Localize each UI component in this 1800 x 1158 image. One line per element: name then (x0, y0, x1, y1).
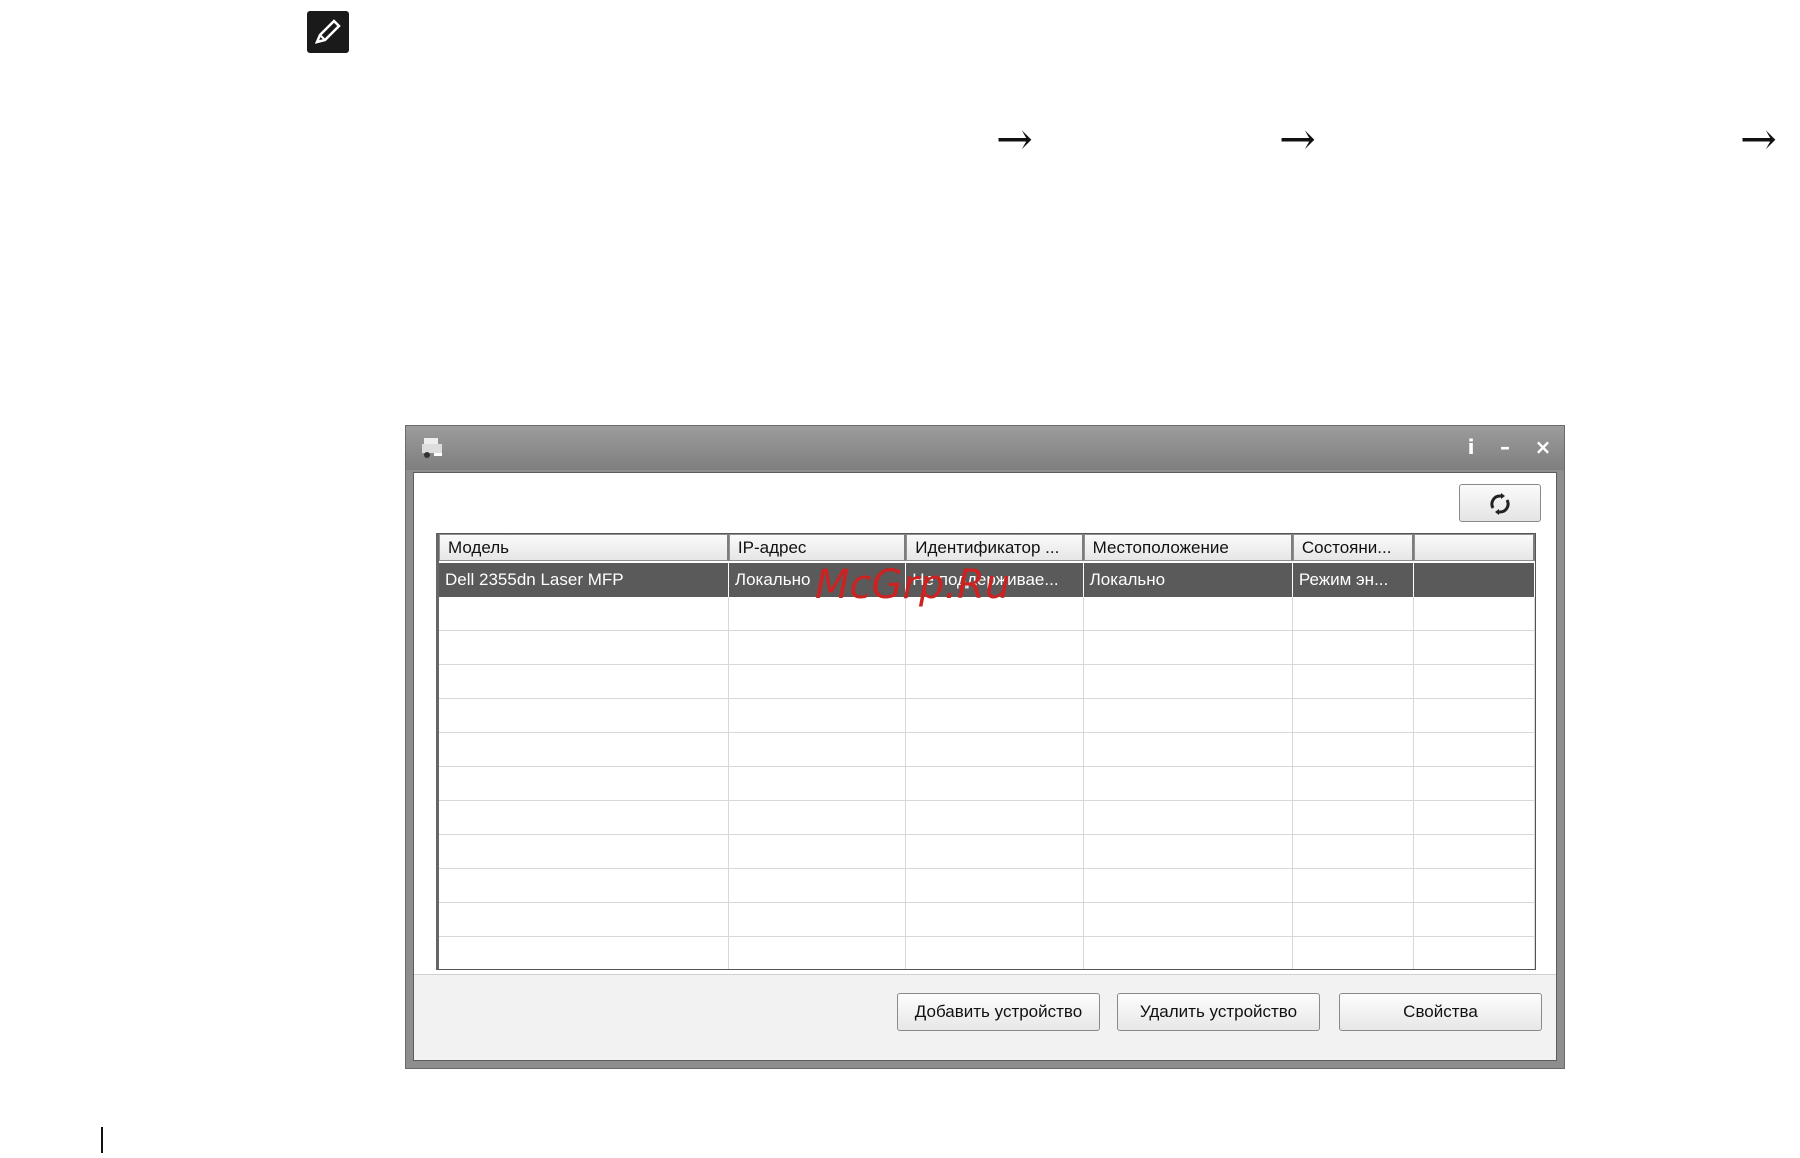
minimize-button[interactable]: – (1490, 432, 1520, 462)
info-button[interactable]: i (1456, 432, 1486, 462)
table-row-empty (439, 733, 1535, 767)
table-body: Dell 2355dn Laser MFP Локально Не поддер… (439, 563, 1535, 969)
table-row-empty (439, 801, 1535, 835)
add-device-button[interactable]: Добавить устройство (897, 993, 1100, 1031)
table-row[interactable]: Dell 2355dn Laser MFP Локально Не поддер… (439, 563, 1535, 597)
cell-extra (1414, 563, 1535, 597)
table-header: Модель IP-адрес Идентификатор ... Местоп… (439, 534, 1535, 563)
table-row-empty (439, 937, 1535, 969)
device-table: Модель IP-адрес Идентификатор ... Местоп… (436, 533, 1536, 970)
cell-model: Dell 2355dn Laser MFP (439, 563, 729, 597)
remove-device-button[interactable]: Удалить устройство (1117, 993, 1320, 1031)
refresh-button[interactable] (1459, 484, 1541, 522)
arrow-3: → (1740, 114, 1777, 165)
table-row-empty (439, 665, 1535, 699)
note-pencil-icon (307, 11, 349, 53)
column-header-status[interactable]: Состояни... (1292, 534, 1415, 561)
column-header-model[interactable]: Модель (439, 534, 729, 561)
printer-app-icon (422, 438, 442, 458)
cell-ip: Локально (729, 563, 907, 597)
arrow-1: → (996, 114, 1033, 165)
table-row-empty (439, 835, 1535, 869)
refresh-icon (1490, 493, 1510, 515)
cell-location: Локально (1084, 563, 1293, 597)
window-titlebar[interactable]: i – × (406, 426, 1564, 470)
table-row-empty (439, 597, 1535, 631)
margin-rule (101, 1127, 103, 1153)
table-row-empty (439, 767, 1535, 801)
table-row-empty (439, 699, 1535, 733)
column-header-identifier[interactable]: Идентификатор ... (906, 534, 1084, 561)
table-row-empty (439, 631, 1535, 665)
cell-identifier: Не поддерживае... (906, 563, 1084, 597)
column-header-extra[interactable] (1414, 534, 1535, 561)
cell-status: Режим эн... (1293, 563, 1415, 597)
dialog-footer: Добавить устройство Удалить устройство С… (414, 974, 1556, 1060)
printer-manager-window: i – × Модель IP-адрес Идентификатор ... … (405, 425, 1565, 1069)
window-client-area: Модель IP-адрес Идентификатор ... Местоп… (413, 472, 1557, 1061)
table-row-empty (439, 903, 1535, 937)
column-header-location[interactable]: Местоположение (1083, 534, 1293, 561)
close-button[interactable]: × (1528, 432, 1558, 462)
table-row-empty (439, 869, 1535, 903)
column-header-ip[interactable]: IP-адрес (728, 534, 907, 561)
properties-button[interactable]: Свойства (1339, 993, 1542, 1031)
arrow-2: → (1279, 114, 1316, 165)
